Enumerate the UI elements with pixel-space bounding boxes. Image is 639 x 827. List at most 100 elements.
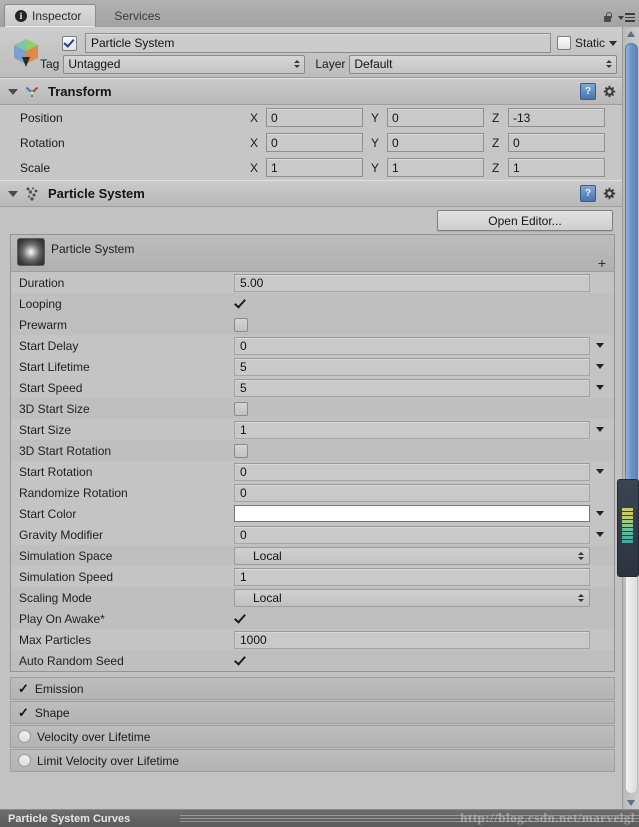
transform-component-header[interactable]: Transform ?: [0, 78, 623, 105]
property-input[interactable]: 0: [234, 462, 590, 481]
particle-system-component-header[interactable]: Particle System ?: [0, 180, 623, 207]
scale-y-input[interactable]: 1: [387, 158, 484, 177]
list-item[interactable]: ✓ Emission: [10, 677, 615, 700]
layer-dropdown[interactable]: Default: [349, 54, 617, 74]
list-item[interactable]: ✓ Shape: [10, 701, 615, 724]
position-x-input[interactable]: 0: [266, 108, 363, 127]
property-input-value: 1000: [240, 632, 267, 647]
static-toggle-group[interactable]: Static: [556, 36, 617, 50]
chevron-down-icon[interactable]: [609, 40, 617, 46]
property-value-cell: [234, 613, 614, 625]
check-icon[interactable]: ✓: [18, 682, 29, 695]
transform-gizmo-icon: [25, 86, 39, 97]
axis-z-label: Z: [492, 110, 500, 125]
property-row: Start Speed 5: [11, 377, 614, 398]
property-checkbox[interactable]: [234, 298, 246, 310]
property-input[interactable]: 0: [234, 525, 590, 544]
property-input[interactable]: 1000: [234, 630, 590, 649]
particle-system-title: Particle System: [48, 186, 145, 201]
hamburger-menu-icon[interactable]: [618, 13, 635, 22]
property-checkbox[interactable]: [234, 443, 248, 458]
property-select[interactable]: Local: [234, 588, 590, 607]
property-input[interactable]: 5: [234, 357, 590, 376]
property-checkbox[interactable]: [234, 401, 248, 416]
gear-icon[interactable]: [603, 187, 617, 201]
chevron-down-icon[interactable]: [596, 385, 604, 390]
game-object-header: Particle System Static Tag Untagged Laye…: [0, 27, 623, 78]
layer-value: Default: [354, 57, 393, 71]
watermark-text: http://blog.csdn.net/marvelgl: [460, 810, 635, 825]
property-label: Start Color: [19, 506, 77, 521]
scroll-up-arrow-icon[interactable]: [623, 27, 639, 41]
chevron-down-icon[interactable]: [596, 532, 604, 537]
rotation-y-input[interactable]: 0: [387, 133, 484, 152]
property-row: Auto Random Seed: [11, 650, 614, 671]
particle-system-module-box: Particle System + Duration 5.00 Looping Pre…: [10, 234, 615, 672]
position-axis-group: X 0 Y 0 Z -13: [250, 108, 623, 127]
inspector-tab-bar: i Inspector Services: [0, 0, 639, 28]
updown-arrows-icon: [578, 593, 584, 602]
property-input[interactable]: 1: [234, 420, 590, 439]
object-name-field[interactable]: Particle System: [85, 33, 551, 53]
updown-arrows-icon: [294, 60, 301, 68]
property-input[interactable]: 5.00: [234, 273, 590, 292]
property-value-cell: Local: [234, 546, 614, 565]
tab-inspector[interactable]: i Inspector: [4, 4, 97, 27]
add-module-button[interactable]: +: [598, 256, 606, 270]
property-input[interactable]: 0: [234, 483, 590, 502]
property-checkbox[interactable]: [234, 655, 246, 667]
property-select[interactable]: Local: [234, 546, 590, 565]
property-value-cell: 0: [234, 483, 614, 502]
static-checkbox[interactable]: [556, 36, 571, 50]
property-value-cell: [234, 505, 614, 522]
circle-toggle-icon[interactable]: [18, 754, 31, 767]
check-icon[interactable]: ✓: [18, 706, 29, 719]
scrollbar-thumb[interactable]: [625, 43, 638, 525]
open-editor-button[interactable]: Open Editor...: [437, 210, 613, 231]
list-item[interactable]: Velocity over Lifetime: [10, 725, 615, 748]
object-enabled-checkbox[interactable]: [62, 35, 77, 51]
property-row: Start Rotation 0: [11, 461, 614, 482]
tab-services[interactable]: Services: [100, 5, 174, 27]
chevron-down-icon[interactable]: [596, 364, 604, 369]
foldout-arrow-icon[interactable]: [8, 88, 18, 95]
scale-axis-group: X 1 Y 1 Z 1: [250, 158, 623, 177]
help-icon[interactable]: ?: [580, 185, 596, 202]
property-value-cell: Local: [234, 588, 614, 607]
rotation-x-input[interactable]: 0: [266, 133, 363, 152]
property-row: Start Delay 0: [11, 335, 614, 356]
tab-services-label: Services: [114, 9, 161, 23]
property-input[interactable]: 0: [234, 336, 590, 355]
chevron-down-icon[interactable]: [596, 343, 604, 348]
position-z-input[interactable]: -13: [508, 108, 605, 127]
scale-x-input[interactable]: 1: [266, 158, 363, 177]
property-input[interactable]: 1: [234, 567, 590, 586]
property-checkbox[interactable]: [234, 317, 248, 332]
property-row: Looping: [11, 293, 614, 314]
particle-system-module-header[interactable]: Particle System +: [11, 235, 614, 272]
property-input-value: 0: [240, 485, 247, 500]
property-checkbox[interactable]: [234, 613, 246, 625]
chevron-down-icon[interactable]: [596, 427, 604, 432]
help-icon[interactable]: ?: [580, 83, 596, 100]
chevron-down-icon[interactable]: [596, 511, 604, 516]
position-y-input[interactable]: 0: [387, 108, 484, 127]
gear-icon[interactable]: [603, 85, 617, 99]
list-item[interactable]: Limit Velocity over Lifetime: [10, 749, 615, 772]
property-input[interactable]: 5: [234, 378, 590, 397]
color-swatch[interactable]: [234, 505, 590, 522]
foldout-arrow-icon[interactable]: [8, 190, 18, 197]
lock-icon[interactable]: [603, 12, 612, 23]
scale-z-input[interactable]: 1: [508, 158, 605, 177]
property-value-cell: 5.00: [234, 273, 614, 292]
tag-dropdown[interactable]: Untagged: [63, 54, 306, 74]
circle-toggle-icon[interactable]: [18, 730, 31, 743]
property-label: Play On Awake*: [19, 611, 105, 626]
vertical-scrollbar[interactable]: [622, 27, 639, 810]
property-label: Duration: [19, 275, 65, 290]
rotation-z-input[interactable]: 0: [508, 133, 605, 152]
scroll-down-arrow-icon[interactable]: [623, 796, 639, 810]
chevron-down-icon[interactable]: [596, 469, 604, 474]
axis-y-label: Y: [371, 110, 380, 125]
particle-glow-icon: [17, 238, 45, 266]
